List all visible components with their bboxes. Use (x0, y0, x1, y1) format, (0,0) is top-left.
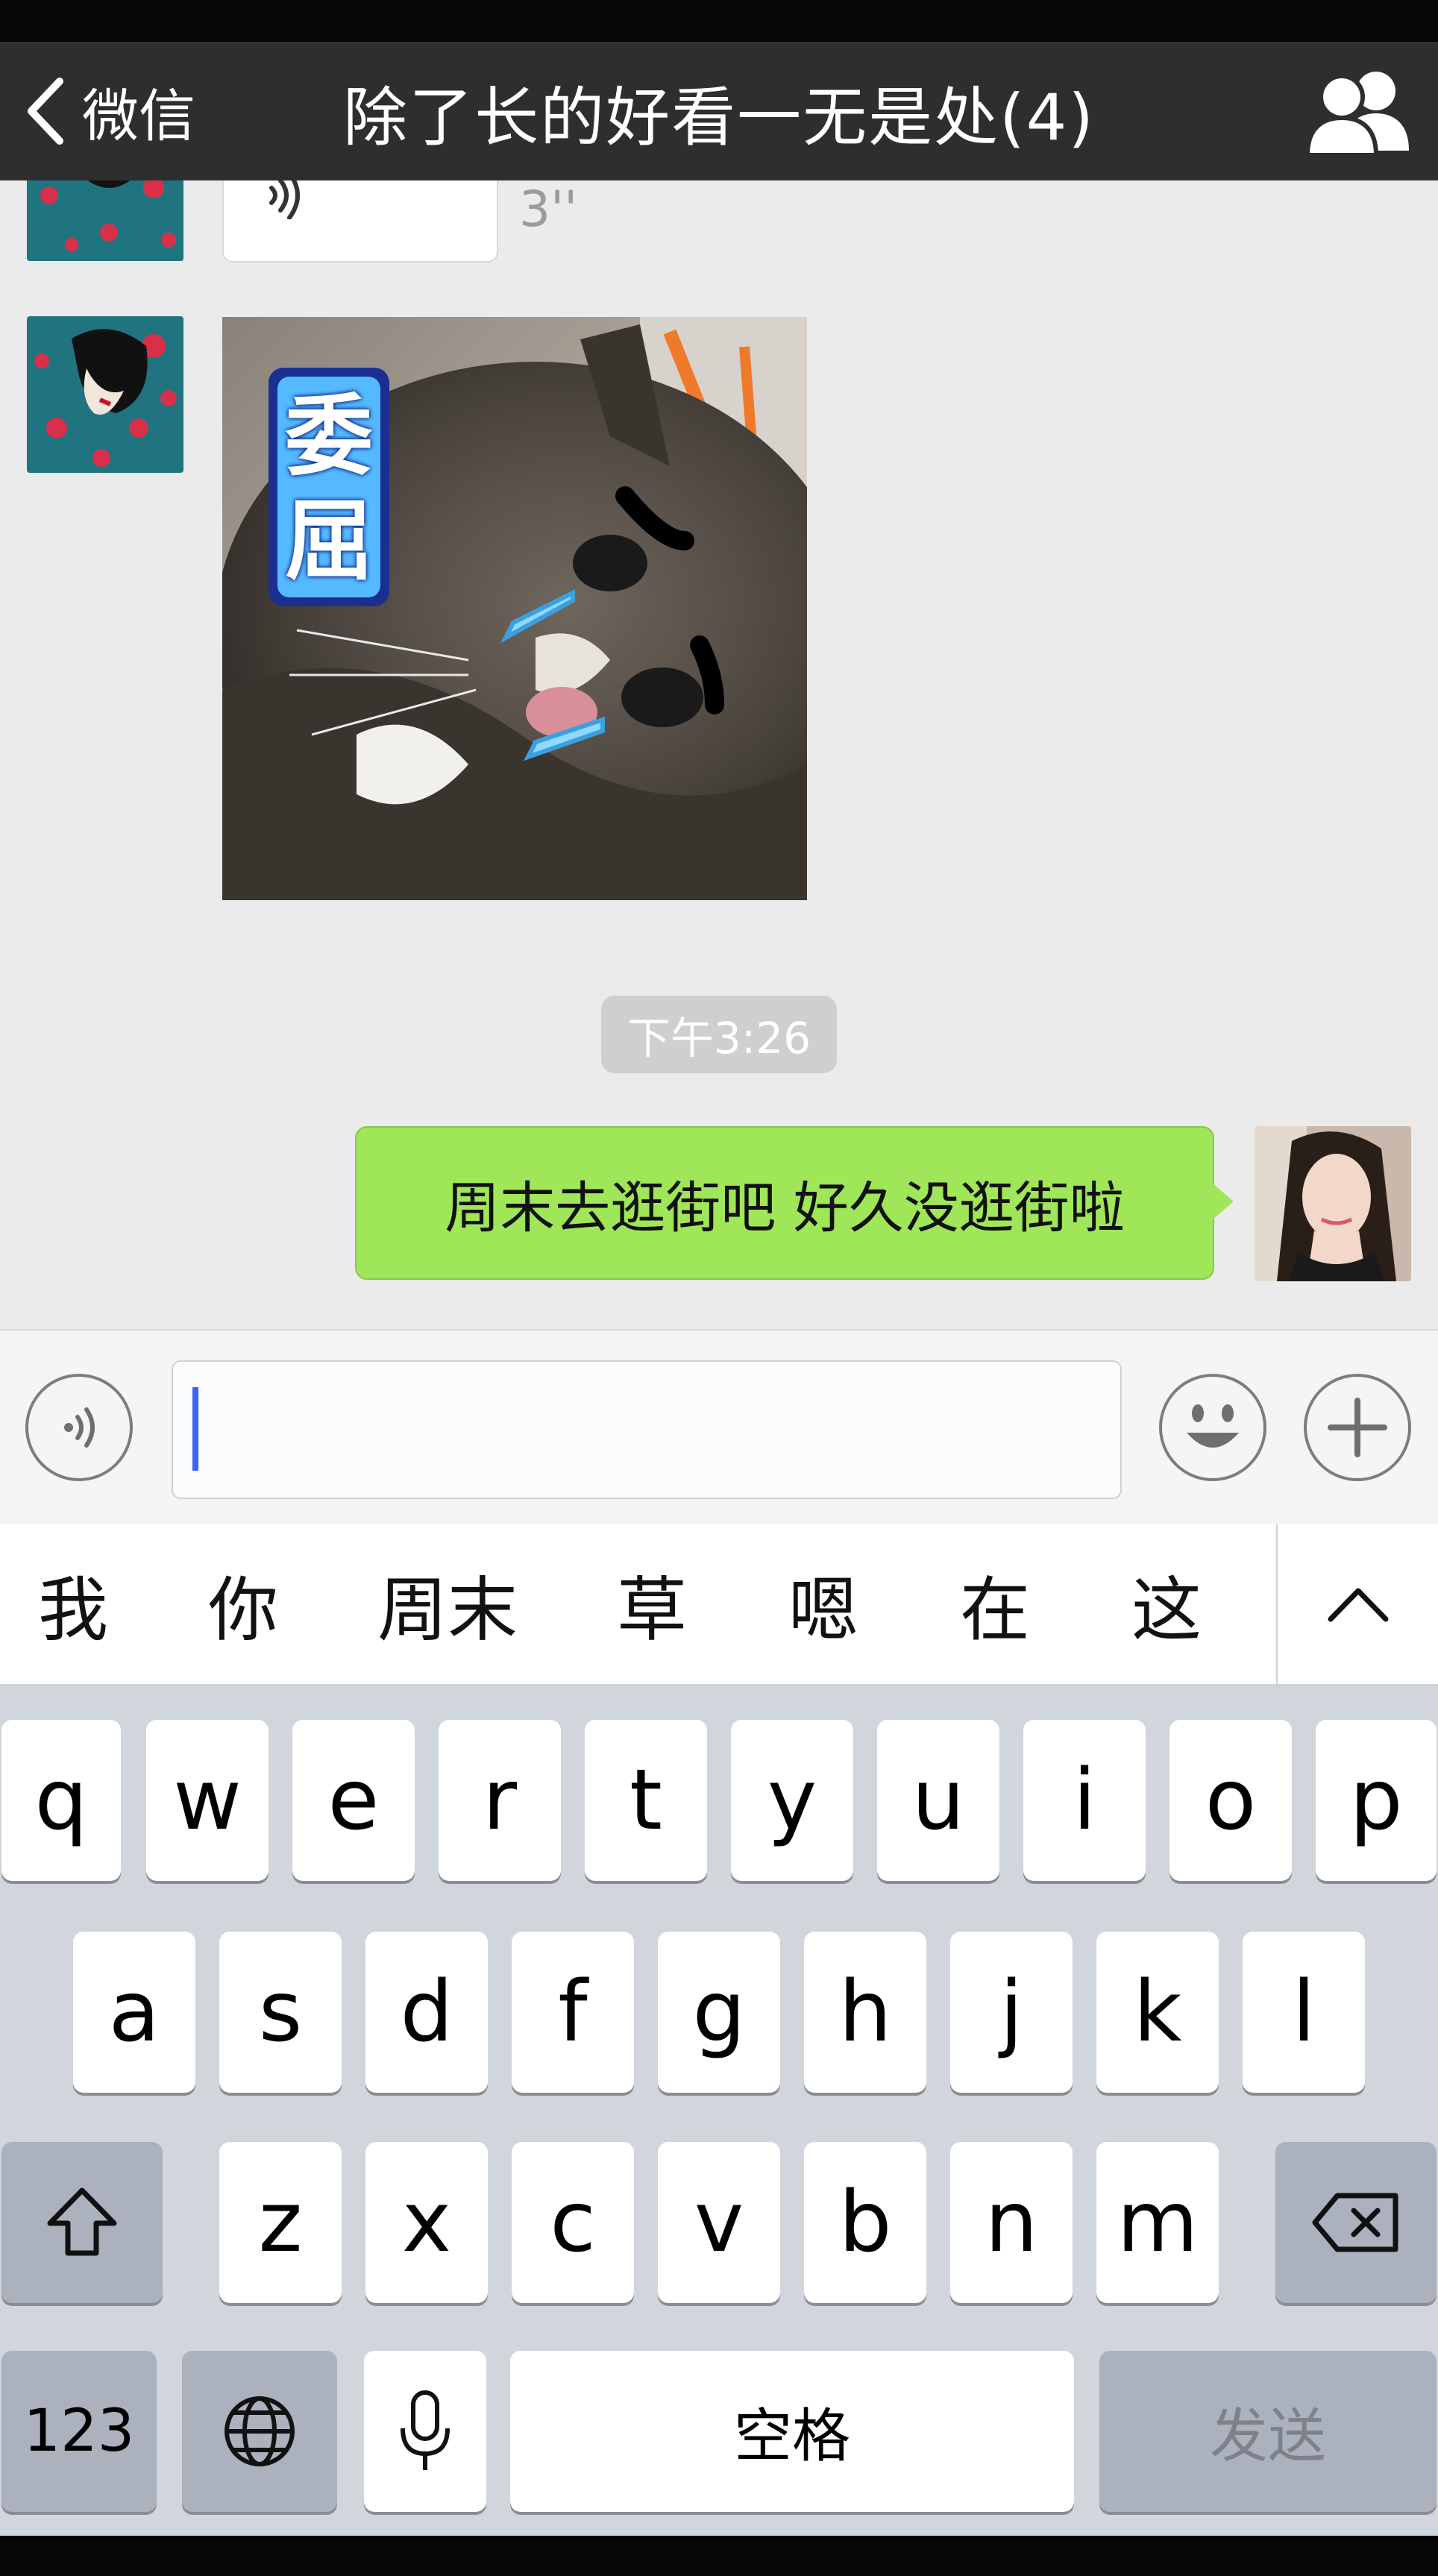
shift-icon (47, 2187, 117, 2256)
input-bar (0, 1329, 1438, 1524)
emoji-icon (1187, 1404, 1239, 1448)
candidate-bar: 我 你 周末 草 嗯 在 这 (0, 1524, 1438, 1686)
voice-message-bubble[interactable] (222, 180, 498, 263)
text-caret (192, 1387, 198, 1471)
bottom-strip (0, 2536, 1438, 2576)
key-f[interactable]: f (512, 1932, 634, 2093)
key-x[interactable]: x (365, 2142, 488, 2303)
key-v[interactable]: v (658, 2142, 780, 2303)
timestamp: 下午3:26 (601, 996, 837, 1073)
send-key[interactable]: 发送 (1099, 2351, 1437, 2512)
message-input[interactable] (172, 1360, 1122, 1499)
voice-wave-icon (269, 180, 300, 219)
key-q[interactable]: q (1, 1720, 121, 1881)
navigation-bar (0, 42, 1438, 180)
chevron-up-icon (1328, 1588, 1389, 1622)
sender-avatar[interactable] (27, 316, 183, 473)
candidate-divider (1276, 1524, 1278, 1684)
status-strip (0, 0, 1438, 42)
key-t[interactable]: t (585, 1720, 707, 1881)
chat-area[interactable]: 3'' 委屈 下午3:26 周末去逛街吧 好久没逛街啦 (0, 180, 1438, 1329)
candidate-word[interactable]: 我 (30, 1524, 116, 1684)
key-p[interactable]: p (1316, 1720, 1437, 1881)
emoji-button[interactable] (1159, 1374, 1266, 1481)
more-button[interactable] (1304, 1374, 1411, 1481)
voice-input-button[interactable] (25, 1374, 133, 1481)
key-b[interactable]: b (804, 2142, 926, 2303)
my-avatar[interactable] (1255, 1126, 1411, 1281)
avatar-art (27, 316, 183, 473)
microphone-icon (401, 2390, 450, 2470)
outgoing-message-bubble[interactable]: 周末去逛街吧 好久没逛街啦 (355, 1126, 1214, 1280)
avatar-art (27, 180, 183, 261)
expand-candidates-button[interactable] (1278, 1524, 1438, 1684)
delete-icon (1312, 2193, 1398, 2252)
key-g[interactable]: g (658, 1932, 780, 2093)
key-e[interactable]: e (292, 1720, 415, 1881)
key-j[interactable]: j (950, 1932, 1073, 2093)
keyboard: q w e r t y u i o p a s d f g h j k l z … (0, 1686, 1438, 2536)
dictation-key[interactable] (364, 2351, 486, 2512)
candidate-word[interactable]: 你 (200, 1524, 286, 1684)
key-y[interactable]: y (731, 1720, 853, 1881)
back-label: 微信 (82, 83, 195, 149)
numbers-key[interactable]: 123 (1, 2351, 157, 2512)
candidate-word[interactable]: 草 (609, 1524, 695, 1684)
space-key-label: 空格 (733, 2403, 850, 2470)
cat-sticker-image[interactable]: 委屈 (222, 317, 807, 900)
bubble-tail (1213, 1184, 1234, 1219)
space-key[interactable]: 空格 (510, 2351, 1074, 2512)
key-o[interactable]: o (1169, 1720, 1292, 1881)
voice-duration: 3'' (519, 180, 578, 238)
key-r[interactable]: r (439, 1720, 561, 1881)
candidate-word[interactable]: 在 (952, 1524, 1038, 1684)
candidate-word[interactable]: 这 (1123, 1524, 1210, 1684)
key-i[interactable]: i (1023, 1720, 1146, 1881)
candidate-word[interactable]: 周末 (365, 1524, 530, 1684)
key-a[interactable]: a (73, 1932, 195, 2093)
key-z[interactable]: z (219, 2142, 342, 2303)
key-l[interactable]: l (1243, 1932, 1365, 2093)
key-h[interactable]: h (804, 1932, 926, 2093)
numbers-key-label: 123 (23, 2398, 135, 2465)
shift-key[interactable] (1, 2142, 163, 2303)
candidate-word[interactable]: 嗯 (780, 1524, 867, 1684)
key-u[interactable]: u (877, 1720, 999, 1881)
chevron-left-icon (28, 78, 63, 145)
sender-avatar[interactable] (27, 180, 183, 261)
globe-key[interactable] (182, 2351, 337, 2512)
back-button[interactable]: 微信 (21, 42, 195, 180)
delete-key[interactable] (1275, 2142, 1437, 2303)
key-n[interactable]: n (950, 2142, 1073, 2303)
key-w[interactable]: w (146, 1720, 269, 1881)
key-s[interactable]: s (219, 1932, 342, 2093)
key-d[interactable]: d (365, 1932, 488, 2093)
sticker-caption: 委屈 (284, 385, 373, 592)
voice-input-icon (64, 1407, 95, 1448)
globe-icon (225, 2396, 295, 2466)
key-k[interactable]: k (1096, 1932, 1219, 2093)
group-members-icon[interactable] (1302, 60, 1413, 164)
send-key-label: 发送 (1209, 2403, 1326, 2470)
plus-icon (1328, 1398, 1387, 1457)
avatar-photo (1255, 1126, 1411, 1281)
key-m[interactable]: m (1096, 2142, 1219, 2303)
key-c[interactable]: c (512, 2142, 634, 2303)
